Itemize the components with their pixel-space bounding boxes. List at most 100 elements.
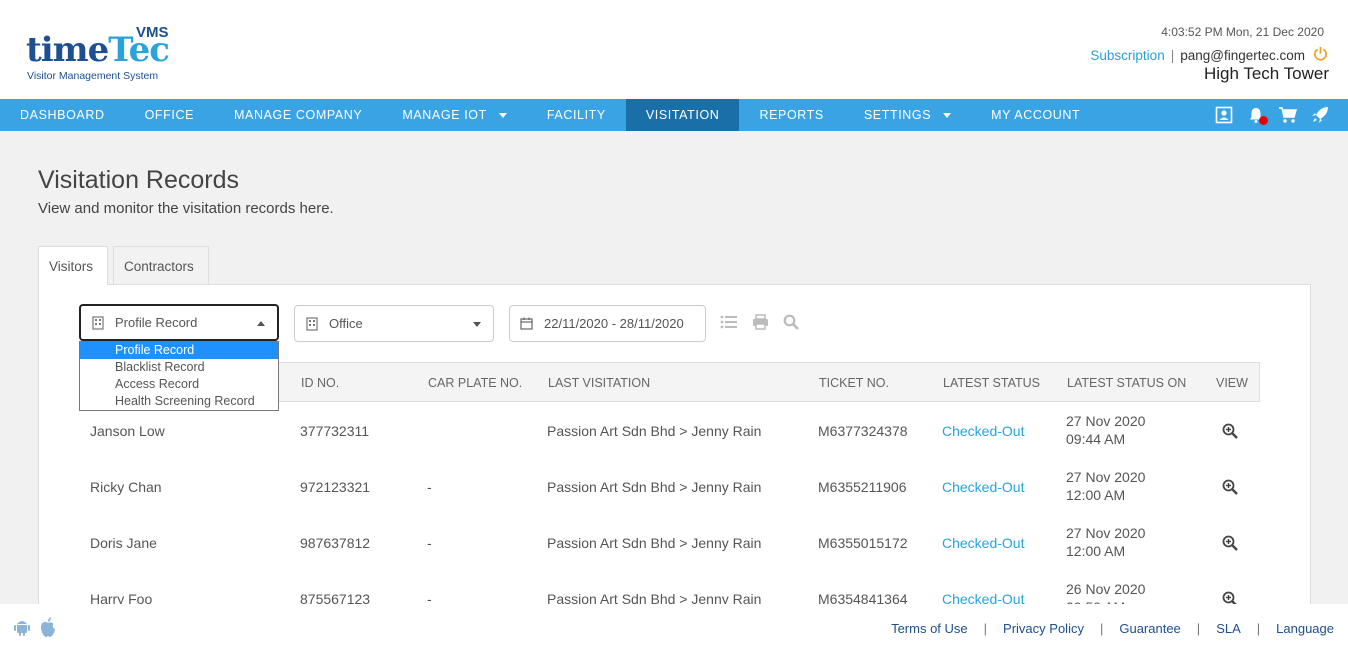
nav-manage-iot[interactable]: MANAGE IOT — [382, 99, 526, 131]
rocket-icon[interactable] — [1310, 105, 1330, 125]
option-profile-record[interactable]: Profile Record — [80, 342, 278, 359]
separator: | — [1256, 621, 1261, 636]
search-icon[interactable] — [783, 314, 799, 335]
col-car-plate[interactable]: CAR PLATE NO. — [428, 376, 522, 390]
chevron-down-icon — [498, 112, 507, 118]
col-last-visitation[interactable]: LAST VISITATION — [548, 376, 650, 390]
link-privacy[interactable]: Privacy Policy — [1003, 621, 1084, 636]
chevron-up-icon — [257, 321, 265, 326]
page-description: View and monitor the visitation records … — [38, 200, 334, 217]
nav-office[interactable]: OFFICE — [125, 99, 214, 131]
cart-icon[interactable] — [1278, 105, 1298, 125]
cell-status-time: 12:00 AM — [1066, 543, 1126, 559]
nav-dashboard[interactable]: DASHBOARD — [0, 99, 125, 131]
user-bar: Subscription | pang@fingertec.com — [1090, 46, 1328, 65]
contact-card-icon[interactable] — [1214, 105, 1234, 125]
main-nav: DASHBOARD OFFICE MANAGE COMPANY MANAGE I… — [0, 99, 1348, 131]
header: timeTec VMS Visitor Management System 4:… — [0, 0, 1348, 99]
nav-facility[interactable]: FACILITY — [527, 99, 626, 131]
status-link[interactable]: Checked-Out — [942, 479, 1024, 495]
list-icon[interactable] — [720, 314, 738, 335]
logo-vms: VMS — [136, 24, 169, 41]
app-store-icons — [12, 617, 58, 644]
notification-bell-icon[interactable] — [1246, 105, 1268, 125]
date-range-picker[interactable]: 22/11/2020 - 28/11/2020 — [509, 305, 706, 342]
date-range-value: 22/11/2020 - 28/11/2020 — [544, 316, 684, 331]
cell-ticket: M6377324378 — [818, 423, 908, 439]
cell-status-date: 27 Nov 2020 — [1066, 525, 1146, 541]
link-sla[interactable]: SLA — [1216, 621, 1241, 636]
print-icon[interactable] — [752, 314, 769, 335]
cell-id: 377732311 — [300, 423, 370, 439]
cell-last-visitation: Passion Art Sdn Bhd > Jenny Rain — [547, 479, 762, 495]
cell-car-plate: - — [427, 479, 432, 495]
cell-name: Janson Low — [90, 423, 165, 439]
table-row: Ricky Chan 972123321 - Passion Art Sdn B… — [79, 458, 1260, 514]
building-icon — [91, 315, 105, 330]
cell-last-visitation: Passion Art Sdn Bhd > Jenny Rain — [547, 423, 762, 439]
col-ticket[interactable]: TICKET NO. — [819, 376, 889, 390]
user-email: pang@fingertec.com — [1180, 48, 1305, 63]
link-terms[interactable]: Terms of Use — [891, 621, 968, 636]
link-guarantee[interactable]: Guarantee — [1119, 621, 1180, 636]
option-access-record[interactable]: Access Record — [80, 376, 278, 393]
footer-links: Terms of Use | Privacy Policy | Guarante… — [891, 621, 1334, 636]
zoom-in-icon[interactable] — [1222, 479, 1238, 495]
cell-ticket: M6355211906 — [818, 479, 907, 495]
cell-last-visitation: Passion Art Sdn Bhd > Jenny Rain — [547, 535, 762, 551]
separator: | — [1099, 621, 1104, 636]
building-icon — [305, 316, 319, 331]
nav-visitation[interactable]: VISITATION — [625, 99, 740, 131]
notification-badge — [1259, 116, 1268, 125]
table-row: Doris Jane 987637812 - Passion Art Sdn B… — [79, 514, 1260, 570]
nav-manage-company[interactable]: MANAGE COMPANY — [214, 99, 382, 131]
cell-car-plate: - — [427, 535, 432, 551]
building-name: High Tech Tower — [1203, 64, 1329, 83]
timetec-logo[interactable]: timeTec VMS Visitor Management System — [26, 22, 176, 86]
status-link[interactable]: Checked-Out — [942, 423, 1024, 439]
cell-id: 987637812 — [300, 535, 371, 551]
col-view: VIEW — [1216, 376, 1248, 390]
col-latest-status-on[interactable]: LATEST STATUS ON — [1067, 376, 1186, 390]
page-title: Visitation Records — [38, 166, 240, 194]
cell-id: 972123321 — [300, 479, 371, 495]
zoom-in-icon[interactable] — [1222, 423, 1238, 439]
separator: | — [983, 621, 988, 636]
calendar-icon — [520, 317, 534, 331]
cell-status-date: 27 Nov 2020 — [1066, 413, 1146, 429]
option-health-screening-record[interactable]: Health Screening Record — [80, 393, 278, 410]
chevron-down-icon — [473, 322, 481, 327]
status-link[interactable]: Checked-Out — [942, 535, 1024, 551]
current-datetime: 4:03:52 PM Mon, 21 Dec 2020 — [1161, 25, 1324, 39]
record-type-value: Profile Record — [115, 315, 198, 330]
power-icon[interactable] — [1313, 46, 1328, 65]
tab-contractors[interactable]: Contractors — [113, 246, 209, 285]
apple-icon[interactable] — [38, 617, 58, 644]
zoom-in-icon[interactable] — [1222, 535, 1238, 551]
office-select[interactable]: Office — [294, 305, 494, 342]
record-type-select[interactable]: Profile Record — [79, 304, 279, 341]
toolbar-icons — [720, 314, 799, 335]
tab-visitors[interactable]: Visitors — [38, 246, 108, 285]
cell-status-time: 09:44 AM — [1066, 431, 1126, 447]
nav-reports[interactable]: REPORTS — [739, 99, 843, 131]
chevron-down-icon — [943, 112, 952, 118]
footer: Terms of Use | Privacy Policy | Guarante… — [0, 604, 1348, 651]
nav-settings[interactable]: SETTINGS — [844, 99, 971, 131]
office-value: Office — [329, 316, 363, 331]
col-latest-status[interactable]: LATEST STATUS — [943, 376, 1040, 390]
link-language[interactable]: Language — [1276, 621, 1334, 636]
cell-name: Ricky Chan — [90, 479, 162, 495]
subscription-link[interactable]: Subscription — [1090, 48, 1164, 63]
nav-my-account[interactable]: MY ACCOUNT — [971, 99, 1100, 131]
cell-status-time: 12:00 AM — [1066, 487, 1126, 503]
cell-status-date: 26 Nov 2020 — [1066, 581, 1146, 597]
nav-icon-group — [1214, 99, 1330, 131]
logo-subtitle: Visitor Management System — [27, 70, 159, 82]
option-blacklist-record[interactable]: Blacklist Record — [80, 359, 278, 376]
record-type-dropdown: Profile Record Blacklist Record Access R… — [79, 341, 279, 411]
android-icon[interactable] — [12, 617, 32, 644]
separator: | — [1196, 621, 1201, 636]
col-id[interactable]: ID NO. — [301, 376, 339, 390]
cell-status-date: 27 Nov 2020 — [1066, 469, 1146, 485]
